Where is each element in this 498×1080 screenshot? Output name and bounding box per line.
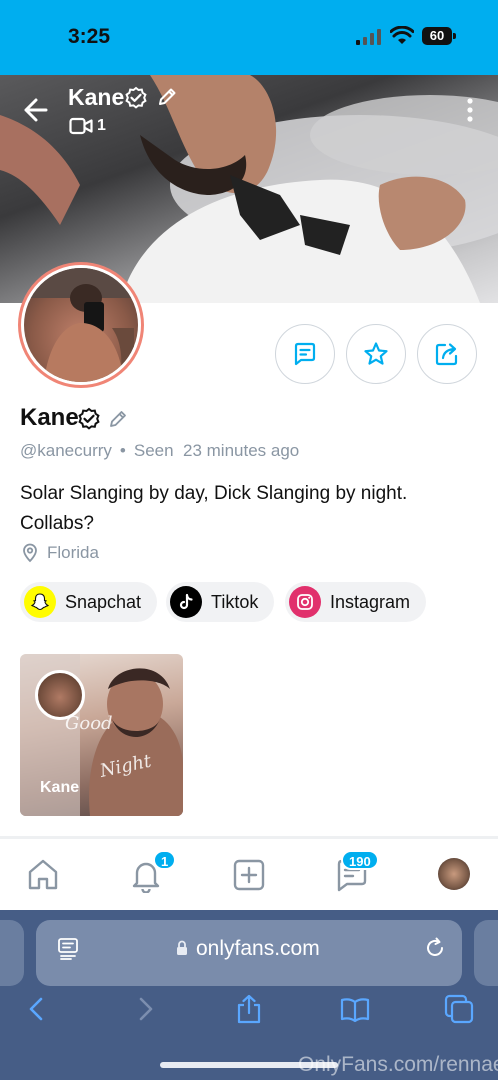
message-button[interactable] [275, 324, 335, 384]
social-label: Tiktok [211, 591, 259, 612]
verified-icon [125, 86, 147, 109]
profile-location: Florida [47, 543, 99, 562]
video-count: 1 [97, 117, 106, 134]
add-post-icon[interactable] [231, 857, 267, 893]
profile-handle: @kanecurry [20, 441, 112, 460]
profile-avatar[interactable] [18, 262, 144, 388]
star-icon [364, 342, 388, 365]
back-arrow-icon[interactable] [20, 96, 48, 124]
my-profile-avatar[interactable] [438, 858, 470, 890]
battery-icon: 60 [422, 27, 456, 45]
instagram-icon [289, 586, 321, 618]
favorite-button[interactable] [346, 324, 406, 384]
message-icon [294, 342, 316, 366]
profile-name: Kane [20, 404, 79, 431]
social-label: Snapchat [65, 591, 142, 612]
avatar-photo [24, 268, 138, 382]
video-camera-icon [69, 117, 93, 135]
tabs-icon[interactable] [444, 994, 474, 1024]
page-menu-icon[interactable] [58, 938, 78, 960]
watermark-text: OnlyFans.com/rennae [298, 1053, 498, 1076]
url-text: onlyfans.com [196, 937, 320, 960]
browser-back-icon[interactable] [22, 994, 52, 1024]
home-icon[interactable] [25, 857, 61, 893]
notifications-badge: 1 [153, 850, 177, 870]
seen-label: Seen [133, 441, 174, 460]
profile-bio: Solar Slanging by day, Dick Slanging by … [20, 483, 408, 534]
edit-pencil-icon[interactable] [108, 409, 128, 429]
bottom-nav: 1 190 [0, 839, 498, 910]
more-options-icon[interactable] [462, 96, 478, 124]
messages-badge: 190 [341, 850, 379, 870]
social-chip-instagram[interactable]: Instagram [285, 582, 427, 622]
reload-icon[interactable] [424, 937, 446, 959]
story-name: Kane [40, 779, 80, 796]
wifi-icon [390, 26, 414, 44]
separator-dot: • [119, 441, 126, 460]
browser-forward-icon[interactable] [130, 994, 160, 1024]
next-tab-preview[interactable] [474, 920, 498, 986]
share-sheet-icon[interactable] [234, 994, 264, 1024]
battery-level: 60 [429, 28, 445, 43]
verified-icon [78, 407, 100, 430]
seen-time: 23 minutes ago [183, 441, 300, 460]
previous-tab-preview[interactable] [0, 920, 24, 986]
tiktok-icon [170, 586, 202, 618]
location-pin-icon [23, 543, 37, 563]
header-name: Kane [68, 84, 125, 110]
social-chip-tiktok[interactable]: Tiktok [166, 582, 275, 622]
status-bar: 3:25 60 [0, 0, 498, 75]
share-button[interactable] [417, 324, 477, 384]
story-highlight-card[interactable]: Good Night Kane [20, 654, 183, 816]
social-chip-snapchat[interactable]: Snapchat [20, 582, 158, 622]
story-avatar [35, 670, 85, 720]
lock-icon [177, 940, 187, 955]
edit-pencil-icon[interactable] [156, 86, 178, 108]
profile-meta: @kanecurry • Seen 23 minutes ago [20, 441, 299, 461]
social-label: Instagram [330, 591, 411, 612]
snapchat-icon [24, 586, 56, 618]
status-time: 3:25 [68, 25, 111, 48]
bookmarks-icon[interactable] [340, 994, 370, 1024]
cellular-signal-icon [356, 29, 381, 45]
share-icon [435, 343, 458, 366]
